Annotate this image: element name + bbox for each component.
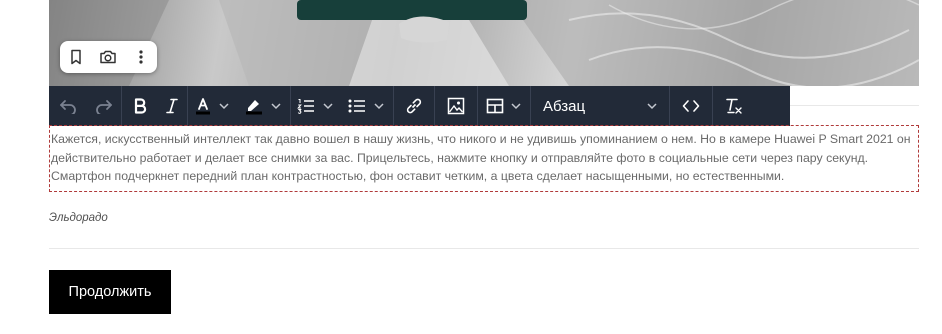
- selected-paragraph[interactable]: Кажется, искусственный интеллект так дав…: [49, 125, 919, 192]
- link-icon: [406, 98, 422, 114]
- image-caption[interactable]: Эльдорадо: [49, 212, 108, 224]
- highlight-icon: [246, 100, 262, 115]
- bulleted-list-icon: [348, 99, 365, 113]
- redo-button[interactable]: [87, 86, 121, 126]
- camera-icon: [100, 50, 117, 64]
- highlight-color-button[interactable]: [238, 86, 290, 126]
- clear-formatting-button[interactable]: [713, 86, 755, 126]
- italic-button[interactable]: [157, 86, 187, 126]
- text-color-button[interactable]: [188, 86, 238, 126]
- numbered-list-button[interactable]: [291, 86, 341, 126]
- redo-icon: [96, 100, 112, 114]
- chevron-down-icon: [323, 103, 333, 110]
- italic-icon: [166, 98, 178, 114]
- article-image: [49, 0, 919, 86]
- chevron-down-icon: [219, 103, 229, 110]
- image-icon: [447, 97, 465, 115]
- bulleted-list-button[interactable]: [341, 86, 393, 126]
- image-toolbar: [60, 41, 157, 73]
- more-options-button[interactable]: [127, 43, 155, 71]
- divider: [49, 248, 919, 249]
- camera-button[interactable]: [94, 43, 122, 71]
- paragraph-format-select[interactable]: Абзац: [531, 86, 669, 126]
- undo-button[interactable]: [49, 86, 87, 126]
- chevron-down-icon: [510, 103, 521, 110]
- insert-table-button[interactable]: [478, 86, 530, 126]
- table-icon: [486, 98, 503, 114]
- bookmark-button[interactable]: [62, 43, 90, 71]
- source-code-button[interactable]: [670, 86, 712, 126]
- more-vertical-icon: [139, 50, 143, 64]
- chevron-down-icon: [647, 103, 657, 110]
- undo-icon: [60, 100, 76, 114]
- bold-button[interactable]: [122, 86, 157, 126]
- divider: [790, 105, 919, 106]
- insert-image-button[interactable]: [435, 86, 477, 126]
- bookmark-icon: [71, 49, 81, 65]
- continue-button[interactable]: Продолжить: [49, 270, 171, 314]
- link-button[interactable]: [394, 86, 434, 126]
- chevron-down-icon: [374, 103, 384, 110]
- clear-formatting-icon: [726, 98, 742, 114]
- chevron-down-icon: [271, 103, 281, 110]
- paragraph-format-value: Абзац: [543, 97, 586, 115]
- numbered-list-icon: [297, 99, 314, 114]
- text-color-icon: [196, 98, 210, 115]
- editor-toolbar: Абзац: [49, 86, 790, 126]
- code-icon: [682, 100, 700, 112]
- bold-icon: [134, 98, 146, 114]
